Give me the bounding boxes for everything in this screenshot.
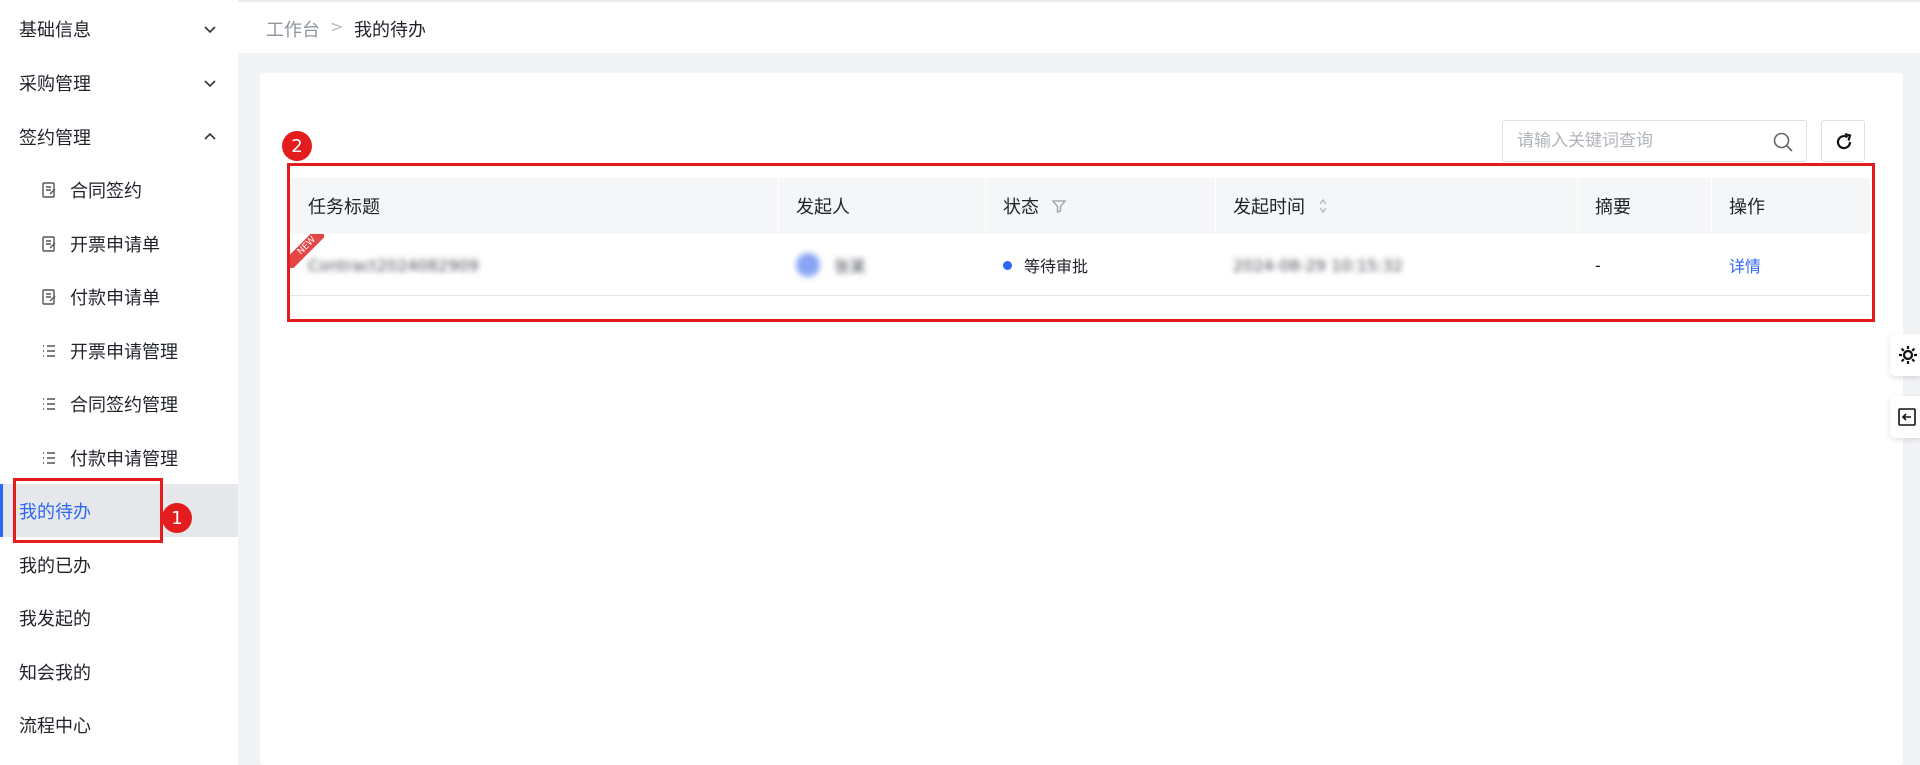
list-icon: [43, 397, 55, 410]
sidebar-item-label: 付款申请管理: [70, 448, 178, 470]
menu-label: 采购管理: [19, 73, 91, 95]
menu-group-basic-info[interactable]: 基础信息: [0, 2, 238, 55]
sidebar-item-label: 我发起的: [19, 608, 91, 630]
annotation-box-1: [13, 478, 163, 543]
settings-float-button[interactable]: [1890, 334, 1920, 376]
sidebar-item-cc-me[interactable]: 知会我的: [0, 645, 238, 698]
sidebar-item-label: 付款申请单: [70, 287, 160, 309]
sidebar-item-contract-signing[interactable]: 合同签约: [0, 163, 238, 216]
sidebar-item-my-done[interactable]: 我的已办: [0, 538, 238, 591]
menu-label: 签约管理: [19, 127, 91, 149]
sidebar-item-process-center[interactable]: 流程中心: [0, 698, 238, 751]
chevron-up-icon: [204, 132, 216, 140]
sidebar-item-label: 流程中心: [19, 715, 91, 737]
sidebar-item-label: 合同签约: [70, 180, 142, 202]
logout-icon: [1898, 408, 1916, 426]
form-icon: [42, 288, 56, 305]
annotation-box-2: [287, 163, 1875, 322]
search-icon[interactable]: [1772, 131, 1794, 153]
gear-icon: [1899, 346, 1917, 364]
menu-group-signing[interactable]: 签约管理: [0, 110, 238, 163]
exit-float-button[interactable]: [1890, 396, 1920, 438]
sidebar-item-label: 开票申请管理: [70, 341, 178, 363]
sidebar-item-label: 我的已办: [19, 555, 91, 577]
annotation-badge-2: 2: [282, 131, 312, 161]
sidebar-item-invoice-management[interactable]: 开票申请管理: [0, 324, 238, 377]
refresh-icon: [1836, 132, 1852, 150]
menu-label: 基础信息: [19, 19, 91, 41]
sidebar: 基础信息 采购管理 签约管理 合同签约 开票申请单 付款申请单 开票申请管理 合…: [0, 0, 238, 765]
breadcrumb-separator: >: [330, 17, 344, 36]
sidebar-item-payment-request[interactable]: 付款申请单: [0, 270, 238, 323]
sidebar-item-label: 开票申请单: [70, 234, 160, 256]
list-icon: [43, 344, 55, 357]
form-icon: [42, 235, 56, 252]
page-title: 我的待办: [354, 20, 426, 41]
sidebar-item-invoice-request[interactable]: 开票申请单: [0, 217, 238, 270]
sidebar-item-label: 知会我的: [19, 662, 91, 684]
form-icon: [42, 181, 56, 198]
menu-group-procurement[interactable]: 采购管理: [0, 56, 238, 109]
search-input[interactable]: [1517, 129, 1767, 153]
chevron-down-icon: [204, 25, 216, 33]
sidebar-item-label: 合同签约管理: [70, 394, 178, 416]
breadcrumb-home-link[interactable]: 工作台: [266, 16, 320, 42]
list-icon: [43, 451, 55, 464]
search-field: [1502, 120, 1807, 162]
sidebar-item-my-initiated[interactable]: 我发起的: [0, 591, 238, 644]
chevron-down-icon: [204, 79, 216, 87]
sidebar-item-contract-management[interactable]: 合同签约管理: [0, 377, 238, 430]
breadcrumb: 工作台 > 我的待办: [238, 0, 1920, 53]
refresh-button[interactable]: [1821, 120, 1865, 162]
sidebar-item-payment-management[interactable]: 付款申请管理: [0, 431, 238, 484]
annotation-badge-1: 1: [162, 503, 192, 533]
